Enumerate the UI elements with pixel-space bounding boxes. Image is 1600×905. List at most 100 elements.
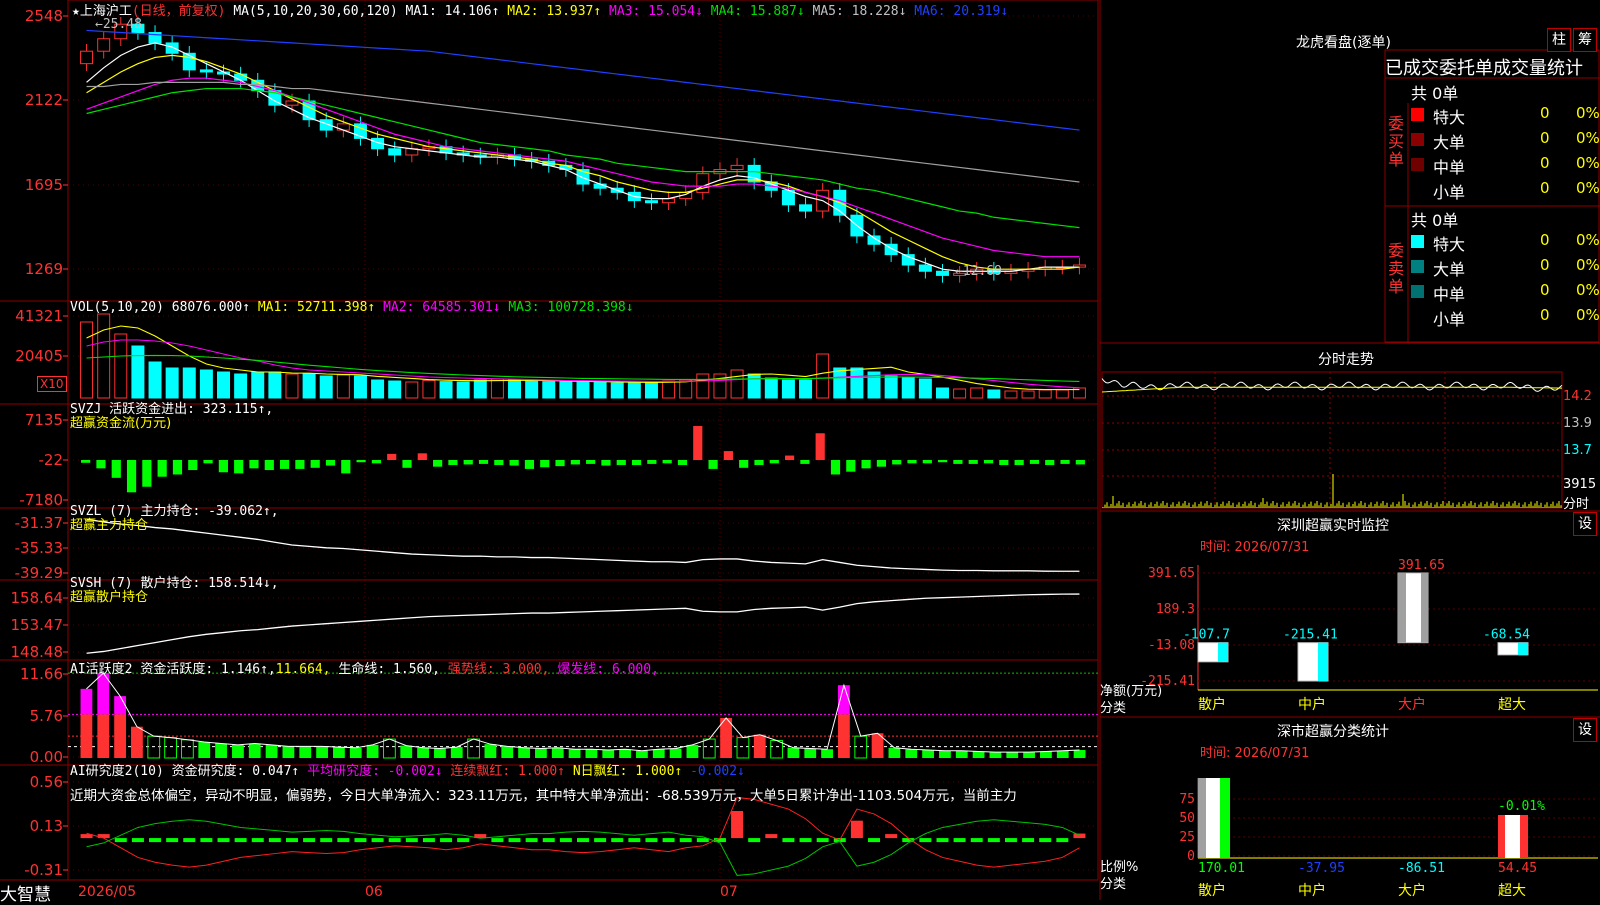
research-bar[interactable] (577, 838, 589, 843)
activity-bar-green[interactable] (652, 749, 665, 758)
volume-bar[interactable] (251, 371, 265, 399)
research-bar[interactable] (936, 838, 949, 843)
activity-bar-green[interactable] (501, 746, 514, 758)
activity-bar-green[interactable] (366, 744, 379, 758)
fundflow-bar[interactable] (218, 460, 228, 473)
fundflow-bar[interactable] (341, 460, 351, 474)
activity-bar-green[interactable] (518, 747, 530, 758)
activity-bar-green[interactable] (1023, 752, 1035, 758)
research-bar[interactable] (970, 838, 983, 843)
volume-bar[interactable] (610, 382, 624, 399)
research-bar[interactable] (645, 838, 658, 843)
research-bar[interactable] (953, 838, 966, 843)
fundflow-bar[interactable] (892, 460, 902, 465)
volume-bar[interactable] (644, 381, 658, 399)
activity-bar-green[interactable] (450, 747, 463, 758)
research-bar[interactable] (457, 838, 470, 843)
activity-bar-green[interactable] (484, 744, 497, 758)
fundflow-bar[interactable] (356, 460, 366, 463)
activity-bar-green[interactable] (585, 749, 598, 758)
brand-label[interactable]: 大智慧 (0, 880, 51, 905)
candle-body[interactable] (234, 73, 248, 81)
chip-button[interactable]: 筹 (1573, 28, 1597, 52)
activity-bar-green[interactable] (282, 746, 295, 758)
activity-bar-green[interactable] (989, 752, 1002, 758)
fundflow-bar[interactable] (325, 460, 336, 466)
volume-bar[interactable] (182, 367, 196, 399)
fundflow-bar[interactable] (524, 460, 535, 469)
fundflow-bar[interactable] (876, 460, 886, 467)
candle-body[interactable] (97, 38, 111, 52)
research-bar[interactable] (337, 838, 350, 843)
volume-bar[interactable] (268, 371, 282, 399)
fundflow-bar[interactable] (188, 460, 198, 471)
volume-bar[interactable] (799, 379, 813, 399)
fundflow-bar[interactable] (739, 460, 749, 468)
volume-bar[interactable] (199, 369, 213, 399)
volume-bar[interactable] (593, 381, 607, 399)
activity-bar-green[interactable] (198, 741, 211, 758)
fundflow-bar[interactable] (555, 460, 565, 467)
volume-bar[interactable] (987, 389, 1001, 399)
fundflow-bar[interactable] (769, 460, 779, 464)
fundflow-bar[interactable] (540, 460, 550, 468)
volume-bar[interactable] (1038, 389, 1052, 399)
fundflow-bar[interactable] (861, 460, 871, 469)
research-bar[interactable] (542, 838, 555, 843)
candle-body[interactable] (662, 198, 676, 204)
fundflow-bar[interactable] (463, 460, 473, 465)
research-bar[interactable] (149, 838, 162, 843)
volume-bar[interactable] (388, 380, 402, 399)
activity-bar-green[interactable] (804, 748, 817, 758)
fundflow-bar[interactable] (570, 460, 580, 465)
fundflow-bar[interactable] (234, 460, 244, 474)
activity-bar-green[interactable] (535, 748, 547, 758)
research-bar[interactable] (114, 838, 127, 843)
candle-body[interactable] (781, 189, 795, 206)
activity-bar-green[interactable] (232, 744, 244, 758)
volume-bar[interactable] (114, 333, 128, 399)
volume-bar[interactable] (525, 380, 539, 399)
activity-bar-green[interactable] (686, 744, 699, 758)
activity-bar-green[interactable] (248, 743, 261, 758)
volume-bar[interactable] (936, 387, 949, 399)
volume-bar[interactable] (405, 381, 419, 399)
tab-filled[interactable]: 已成交 (1385, 58, 1439, 79)
candle-body[interactable] (80, 50, 94, 65)
fundflow-bar[interactable] (478, 460, 489, 464)
activity-bar-green[interactable] (299, 746, 312, 758)
research-bar[interactable] (559, 838, 572, 843)
research-bar[interactable] (799, 838, 812, 843)
fundflow-bar[interactable] (968, 460, 978, 464)
activity-bar-red[interactable] (80, 714, 93, 758)
activity-bar-red[interactable] (131, 726, 143, 758)
tab-orders[interactable]: 委托单 (1439, 58, 1493, 79)
fundflow-bar[interactable] (448, 460, 458, 466)
research-bar[interactable] (200, 838, 213, 843)
activity-bar-red[interactable] (114, 714, 126, 758)
fundflow-bar[interactable] (402, 460, 412, 468)
volume-bar[interactable] (747, 373, 761, 399)
activity-bar-hollow[interactable] (383, 738, 396, 759)
research-bar[interactable] (1056, 838, 1069, 843)
fundflow-bar[interactable] (723, 451, 733, 460)
fundflow-bar[interactable] (371, 460, 381, 464)
activity-bar-green[interactable] (1073, 749, 1086, 758)
candle-body[interactable] (302, 100, 316, 121)
fundflow-bar[interactable] (509, 460, 519, 466)
research-bar[interactable] (628, 838, 641, 843)
activity-bar-hollow[interactable] (770, 740, 783, 759)
fundflow-bar[interactable] (693, 426, 703, 460)
volume-bar[interactable] (970, 387, 984, 399)
fundflow-bar[interactable] (203, 460, 213, 464)
fundflow-bar[interactable] (1045, 460, 1055, 466)
fundflow-bar[interactable] (1060, 460, 1070, 464)
fundflow-bar[interactable] (983, 460, 994, 464)
volume-bar[interactable] (148, 361, 162, 399)
research-bar[interactable] (816, 838, 829, 843)
activity-bar-burst[interactable] (114, 696, 126, 715)
fundflow-bar[interactable] (677, 460, 688, 466)
research-bar[interactable] (748, 838, 761, 843)
fundflow-bar[interactable] (922, 460, 932, 464)
fundflow-bar[interactable] (249, 460, 259, 469)
